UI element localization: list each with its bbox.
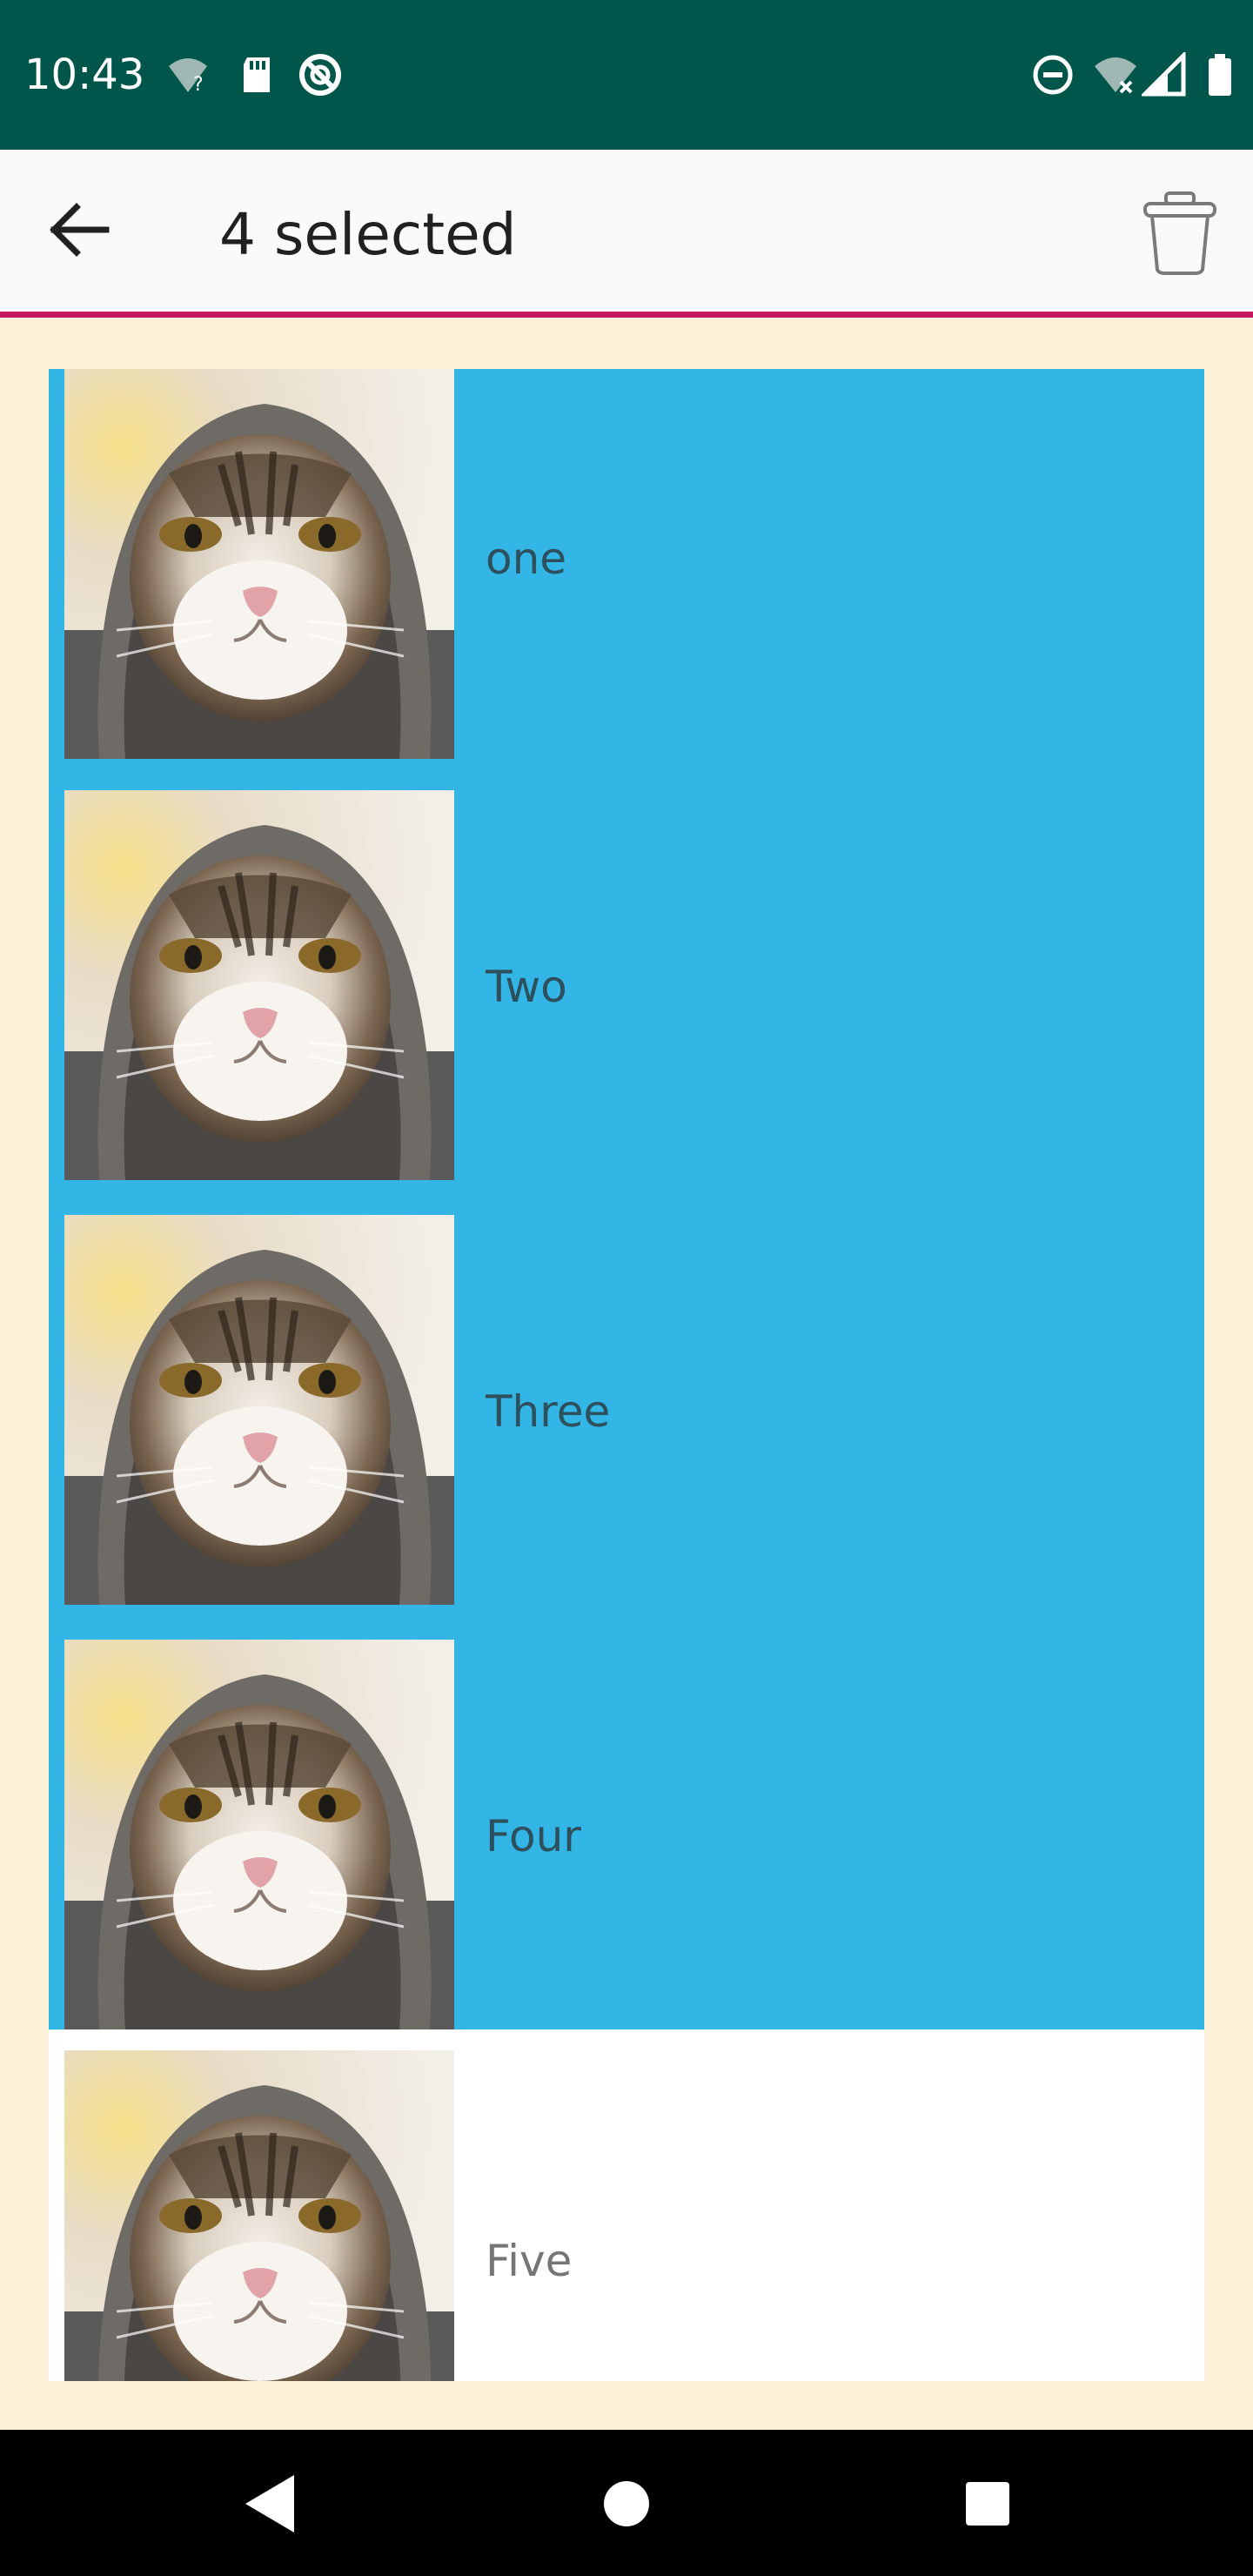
- list-item[interactable]: Five: [49, 2029, 1204, 2381]
- wifi-off-icon: [1095, 57, 1136, 94]
- sync-blocked-icon: [299, 54, 341, 96]
- cat-photo-thumbnail: [64, 1215, 454, 1605]
- status-time: 10:43: [24, 50, 145, 99]
- app-bar: [0, 150, 1253, 313]
- cat-photo-thumbnail: [64, 369, 454, 759]
- sd-card-icon: [244, 57, 270, 92]
- list-item-label: one: [486, 533, 567, 584]
- arrow-back-icon[interactable]: [42, 191, 118, 268]
- list-item[interactable]: Four: [49, 1619, 1204, 2049]
- screen: 10:43 ? 4 selected one Two Three Four Fi…: [0, 0, 1253, 2576]
- list-item-label: Five: [486, 2236, 573, 2286]
- do-not-disturb-icon: [1033, 55, 1073, 95]
- cat-photo-thumbnail: [64, 1640, 454, 2029]
- list-item-label: Three: [486, 1386, 611, 1437]
- list-item[interactable]: Three: [49, 1194, 1204, 1624]
- back-triangle-icon[interactable]: [235, 2465, 313, 2543]
- page-title: 4 selected: [219, 201, 517, 268]
- svg-text:?: ?: [193, 74, 204, 96]
- status-bar: 10:43 ?: [0, 0, 1253, 150]
- list-item[interactable]: Two: [49, 769, 1204, 1199]
- list-item[interactable]: one: [49, 369, 1204, 790]
- signal-icon: [1142, 52, 1186, 97]
- cat-photo-thumbnail: [64, 2050, 454, 2381]
- home-circle-icon[interactable]: [587, 2465, 666, 2543]
- list-item-label: Four: [486, 1811, 581, 1862]
- item-list: one Two Three Four Five: [49, 369, 1204, 2381]
- wifi-question-icon: ?: [169, 58, 207, 96]
- battery-icon: [1209, 54, 1231, 96]
- cat-photo-thumbnail: [64, 790, 454, 1180]
- list-item-label: Two: [486, 962, 567, 1012]
- trash-can-icon[interactable]: [1140, 190, 1220, 277]
- app-bar-accent-line: [0, 312, 1253, 318]
- recents-square-icon[interactable]: [948, 2465, 1027, 2543]
